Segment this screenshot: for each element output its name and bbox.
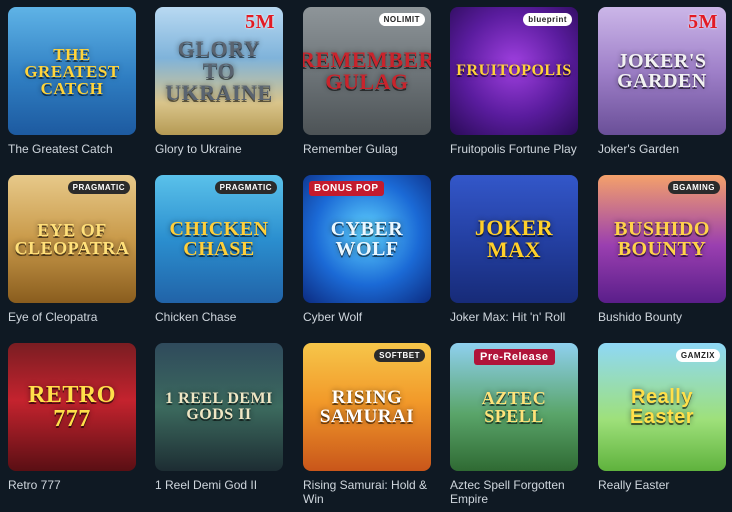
game-art-text: GLORY TO UKRAINE	[165, 36, 273, 105]
game-art-text: REMEMBER GULAG	[303, 47, 431, 94]
game-art-text: CHICKEN CHASE	[169, 218, 269, 260]
provider-badge: SOFTBET	[374, 349, 425, 362]
game-grid: THE GREATEST CATCH The Greatest Catch GL…	[0, 0, 732, 512]
game-thumbnail[interactable]: 1 REEL DEMI GODS II	[155, 343, 283, 471]
game-thumbnail[interactable]: Really Easter GAMZIX	[598, 343, 726, 471]
game-thumbnail[interactable]: GLORY TO UKRAINE 5M	[155, 7, 283, 135]
game-title[interactable]: Really Easter	[598, 478, 728, 492]
game-card[interactable]: JOKER'S GARDEN 5M Joker's Garden	[598, 7, 726, 156]
game-art-text: JOKER MAX	[474, 215, 554, 262]
game-card[interactable]: BUSHIDO BOUNTY BGAMING Bushido Bounty	[598, 175, 726, 324]
game-card[interactable]: EYE OF CLEOPATRA PRAGMATIC Eye of Cleopa…	[8, 175, 136, 324]
game-thumbnail[interactable]: CYBER WOLF BONUS POP	[303, 175, 431, 303]
pre-release-badge: Pre-Release	[474, 349, 555, 365]
game-card[interactable]: RETRO 777 Retro 777	[8, 343, 136, 492]
game-thumbnail[interactable]: RETRO 777	[8, 343, 136, 471]
game-art-text: BUSHIDO BOUNTY	[614, 218, 710, 260]
game-title[interactable]: Rising Samurai: Hold & Win	[303, 478, 433, 506]
game-card[interactable]: AZTEC SPELL Pre-Release Aztec Spell Forg…	[450, 343, 578, 506]
feature-badge: BONUS POP	[309, 181, 384, 196]
game-thumbnail[interactable]: EYE OF CLEOPATRA PRAGMATIC	[8, 175, 136, 303]
game-title[interactable]: Fruitopolis Fortune Play	[450, 142, 580, 156]
game-title[interactable]: Bushido Bounty	[598, 310, 728, 324]
game-card[interactable]: 1 REEL DEMI GODS II 1 Reel Demi God II	[155, 343, 283, 492]
game-art-text: JOKER'S GARDEN	[617, 50, 707, 92]
game-title[interactable]: The Greatest Catch	[8, 142, 138, 156]
game-card[interactable]: RISING SAMURAI SOFTBET Rising Samurai: H…	[303, 343, 431, 506]
game-title[interactable]: Cyber Wolf	[303, 310, 433, 324]
game-card[interactable]: JOKER MAX Joker Max: Hit 'n' Roll	[450, 175, 578, 324]
game-art-text: AZTEC SPELL	[481, 388, 547, 426]
game-thumbnail[interactable]: JOKER MAX	[450, 175, 578, 303]
game-card[interactable]: CHICKEN CHASE PRAGMATIC Chicken Chase	[155, 175, 283, 324]
game-art-text: EYE OF CLEOPATRA	[14, 220, 130, 258]
provider-badge: NOLIMIT	[378, 13, 425, 26]
game-title[interactable]: Remember Gulag	[303, 142, 433, 156]
game-thumbnail[interactable]: JOKER'S GARDEN 5M	[598, 7, 726, 135]
game-thumbnail[interactable]: RISING SAMURAI SOFTBET	[303, 343, 431, 471]
provider-badge: GAMZIX	[675, 349, 720, 362]
game-thumbnail[interactable]: THE GREATEST CATCH	[8, 7, 136, 135]
game-art-text: THE GREATEST CATCH	[24, 44, 120, 98]
game-thumbnail[interactable]: REMEMBER GULAG NOLIMIT	[303, 7, 431, 135]
provider-badge: PRAGMATIC	[214, 181, 277, 194]
game-title[interactable]: Chicken Chase	[155, 310, 285, 324]
game-art-text: RETRO 777	[28, 382, 116, 432]
game-title[interactable]: Eye of Cleopatra	[8, 310, 138, 324]
jackpot-badge: 5M	[688, 11, 718, 33]
game-card[interactable]: Really Easter GAMZIX Really Easter	[598, 343, 726, 492]
game-card[interactable]: CYBER WOLF BONUS POP Cyber Wolf	[303, 175, 431, 324]
provider-badge: blueprint	[523, 13, 572, 26]
game-art-text: 1 REEL DEMI GODS II	[165, 390, 273, 423]
game-thumbnail[interactable]: CHICKEN CHASE PRAGMATIC	[155, 175, 283, 303]
game-title[interactable]: Retro 777	[8, 478, 138, 492]
game-title[interactable]: Aztec Spell Forgotten Empire	[450, 478, 580, 506]
game-title[interactable]: Joker's Garden	[598, 142, 728, 156]
game-thumbnail[interactable]: BUSHIDO BOUNTY BGAMING	[598, 175, 726, 303]
game-art-text: RISING SAMURAI	[319, 387, 415, 427]
game-title[interactable]: 1 Reel Demi God II	[155, 478, 285, 492]
game-art-text: CYBER WOLF	[330, 218, 404, 260]
game-card[interactable]: REMEMBER GULAG NOLIMIT Remember Gulag	[303, 7, 431, 156]
game-thumbnail[interactable]: FRUITOPOLIS blueprint	[450, 7, 578, 135]
game-title[interactable]: Joker Max: Hit 'n' Roll	[450, 310, 580, 324]
game-art-text: Really Easter	[629, 386, 695, 428]
game-card[interactable]: GLORY TO UKRAINE 5M Glory to Ukraine	[155, 7, 283, 156]
game-card[interactable]: THE GREATEST CATCH The Greatest Catch	[8, 7, 136, 156]
jackpot-badge: 5M	[245, 11, 275, 33]
game-art-text: FRUITOPOLIS	[456, 62, 572, 79]
game-thumbnail[interactable]: AZTEC SPELL Pre-Release	[450, 343, 578, 471]
game-card[interactable]: FRUITOPOLIS blueprint Fruitopolis Fortun…	[450, 7, 578, 156]
provider-badge: BGAMING	[667, 181, 720, 194]
game-title[interactable]: Glory to Ukraine	[155, 142, 285, 156]
provider-badge: PRAGMATIC	[67, 181, 130, 194]
